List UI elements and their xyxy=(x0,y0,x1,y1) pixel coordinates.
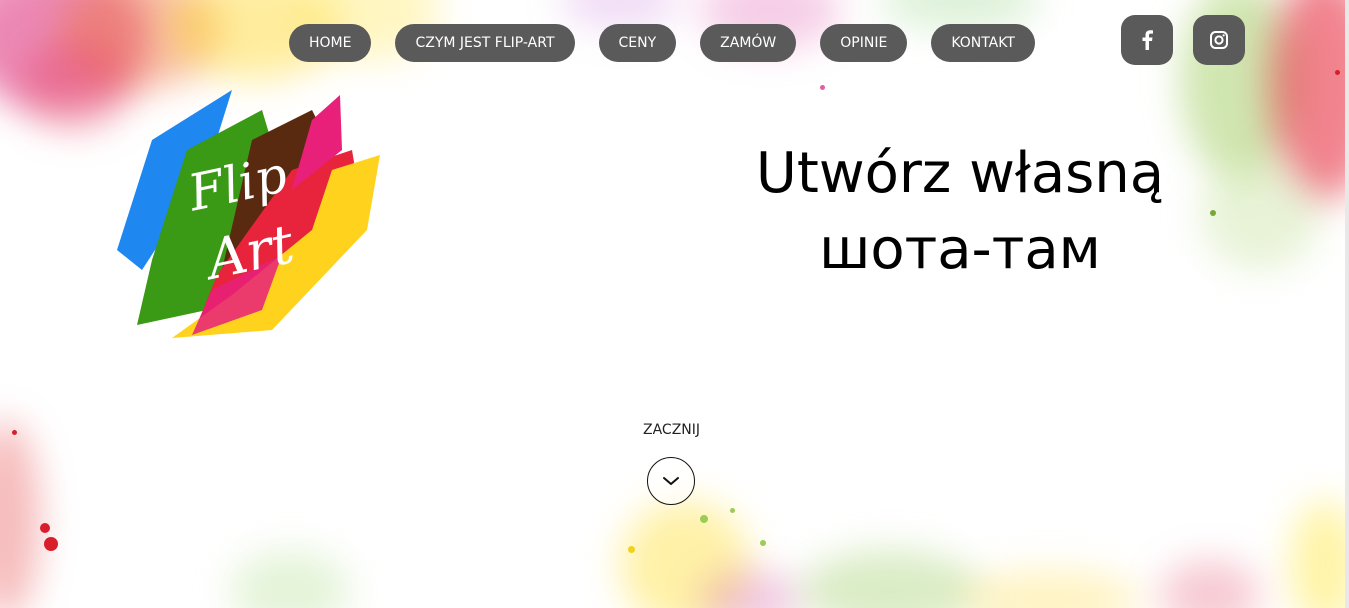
page-scrollbar[interactable] xyxy=(1345,0,1349,608)
facebook-button[interactable] xyxy=(1121,15,1173,65)
hero-title-line-1: Utwórz własną xyxy=(755,141,1165,206)
nav-item-zamow[interactable]: ZAMÓW xyxy=(700,24,797,62)
start-label[interactable]: ZACZNIJ xyxy=(643,422,700,438)
page: HOME CZYM JEST FLIP-ART CENY ZAMÓW OPINI… xyxy=(0,0,1349,608)
main-navigation: HOME CZYM JEST FLIP-ART CENY ZAMÓW OPINI… xyxy=(289,24,1035,62)
instagram-button[interactable] xyxy=(1193,15,1245,65)
scroll-down-button[interactable] xyxy=(647,457,695,505)
nav-item-home[interactable]: HOME xyxy=(289,24,372,62)
social-links xyxy=(1121,15,1245,65)
nav-item-czym-jest-flip-art[interactable]: CZYM JEST FLIP-ART xyxy=(395,24,575,62)
chevron-down-icon xyxy=(663,477,679,485)
nav-item-ceny[interactable]: CENY xyxy=(598,24,677,62)
hero-title: Utwórz własną шота-там xyxy=(680,136,1240,288)
nav-item-opinie[interactable]: OPINIE xyxy=(820,24,908,62)
logo-graphic: Flip Art xyxy=(117,90,380,338)
hero-title-line-2: шота-там xyxy=(819,217,1101,282)
flip-art-logo[interactable]: Flip Art xyxy=(112,80,382,342)
nav-item-kontakt[interactable]: KONTAKT xyxy=(931,24,1035,62)
instagram-icon xyxy=(1210,31,1228,49)
facebook-icon xyxy=(1142,30,1153,50)
